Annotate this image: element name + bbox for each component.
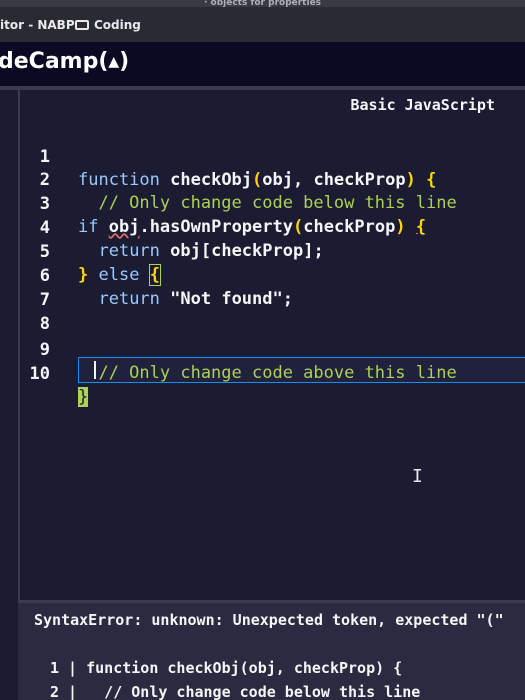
code-line[interactable]: 4 return obj[checkProp];	[20, 194, 525, 261]
flame-icon: ▲	[108, 54, 120, 70]
code-line[interactable]: 10 }	[20, 340, 525, 407]
matching-bracket: }	[78, 387, 89, 407]
code-line[interactable]: 3 if obj.hasOwnProperty(checkProp) {	[20, 170, 525, 237]
tab-strip: · objects for properties	[0, 0, 525, 7]
bookmark-coding-folder[interactable]: Coding	[75, 18, 141, 32]
code-line[interactable]: 9 // Only change code above this line	[20, 316, 525, 383]
code-line[interactable]: 2 // Only change code below this line	[20, 146, 525, 213]
code-line[interactable]: 5 } else {	[20, 218, 525, 286]
code-line[interactable]: 6 return "Not found";	[20, 242, 525, 309]
mouse-ibeam-icon: I	[412, 466, 423, 487]
site-header: deCamp(▲)	[0, 42, 525, 86]
console-code-excerpt-line: 2 | // Only change code below this line	[50, 683, 421, 700]
line-text: // Only change code above this line	[78, 363, 457, 383]
code-line[interactable]: 1 function checkObj(obj, checkProp) {	[20, 123, 525, 190]
line-number: 10	[29, 364, 50, 384]
site-title-text: deCamp(	[0, 49, 109, 74]
bookmarks-bar: · objects for properties itor - NABP Cod…	[0, 0, 525, 42]
code-line[interactable]: 8	[20, 290, 525, 334]
line-text: }	[78, 386, 89, 409]
folder-icon	[75, 20, 89, 30]
screen: · objects for properties itor - NABP Cod…	[0, 0, 525, 700]
code-editor[interactable]: Basic JavaScript 1 function checkObj(obj…	[18, 90, 525, 600]
bookmark-coding-label: Coding	[94, 18, 141, 32]
error-message: SyntaxError: unknown: Unexpected token, …	[34, 611, 504, 629]
console-code-excerpt-line: 1 | function checkObj(obj, checkProp) {	[50, 659, 403, 677]
bookmark-nabp[interactable]: itor - NABP	[0, 18, 75, 32]
site-title[interactable]: deCamp(▲)	[0, 42, 129, 82]
editor-tab-label[interactable]: Basic JavaScript	[351, 96, 496, 114]
output-console: SyntaxError: unknown: Unexpected token, …	[18, 600, 525, 700]
site-title-end: )	[119, 49, 130, 74]
code-line[interactable]: 7	[20, 266, 525, 310]
